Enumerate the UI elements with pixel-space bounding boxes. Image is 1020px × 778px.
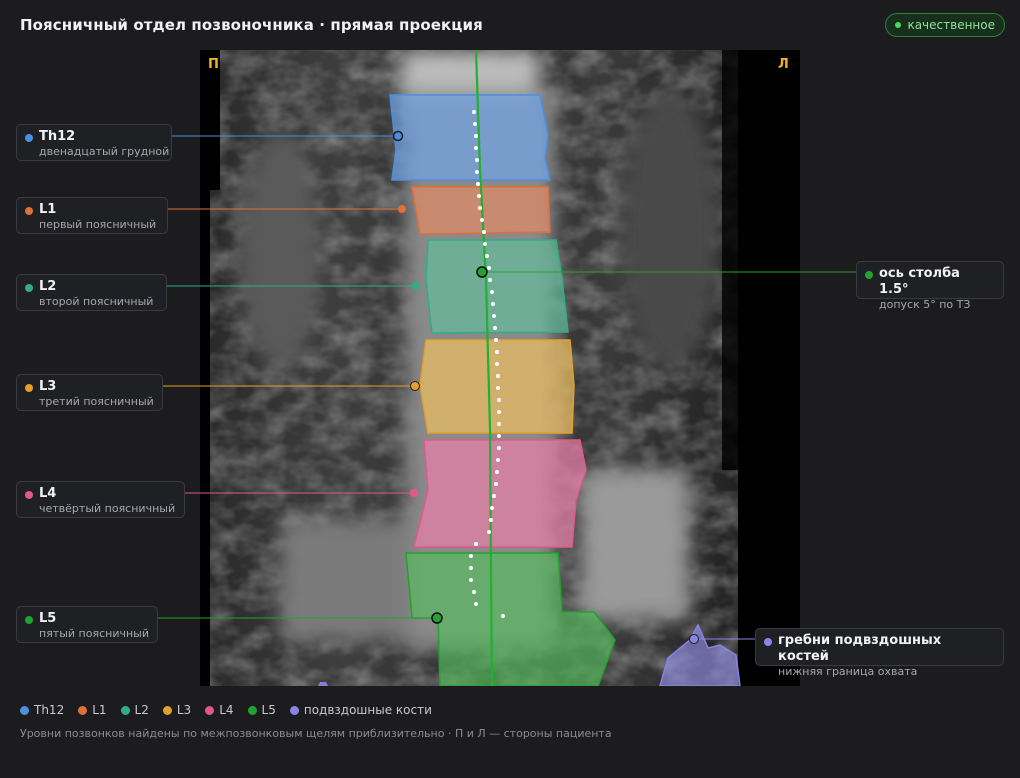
label-l2-name: L2 <box>39 279 57 294</box>
legend-item-iliac: подвздошные кости <box>289 703 432 717</box>
legend-item-l4: L4 <box>205 703 234 717</box>
legend-label: L3 <box>176 703 192 717</box>
legend-dot-icon <box>205 705 215 715</box>
legend-item-l2: L2 <box>120 703 149 717</box>
page-title: Поясничный отдел позвоночника · прямая п… <box>20 16 483 34</box>
vertebra-l2 <box>425 239 569 334</box>
label-iliac-crests[interactable]: гребни подвздошных костей нижняя граница… <box>755 628 1004 678</box>
label-th12[interactable]: Th12 двенадцатый грудной <box>16 124 172 161</box>
legend-label: L5 <box>261 703 276 717</box>
legend-label: L2 <box>134 703 149 717</box>
legend-item-th12: Th12 <box>20 703 64 717</box>
iliac-label-desc: нижняя граница охвата <box>778 665 918 678</box>
label-l2[interactable]: L2 второй поясничный <box>16 274 167 311</box>
legend-dot-icon <box>289 705 299 715</box>
legend-label: L4 <box>219 703 234 717</box>
l4-color-dot <box>25 491 33 499</box>
l2-color-dot <box>25 284 33 292</box>
vertebra-l4 <box>413 439 587 548</box>
legend-label: подвздошные кости <box>303 703 432 717</box>
legend-dot-icon <box>120 705 130 715</box>
l5-color-dot <box>25 616 33 624</box>
legend-label: L1 <box>92 703 107 717</box>
legend-label: Th12 <box>34 703 65 717</box>
legend-dot-icon <box>162 705 172 715</box>
axis-label-desc: допуск 5° по ТЗ <box>879 298 971 311</box>
footnote: Уровни позвонков найдены по межпозвонков… <box>20 727 612 740</box>
label-th12-desc: двенадцатый грудной <box>39 145 170 158</box>
quality-badge: качественное <box>885 13 1005 37</box>
label-l3-desc: третий поясничный <box>39 395 154 408</box>
label-l2-desc: второй поясничный <box>39 295 154 308</box>
label-l3[interactable]: L3 третий поясничный <box>16 374 163 411</box>
xray-svg <box>200 50 800 686</box>
patient-right-marker: П <box>208 57 219 72</box>
label-l1-desc: первый поясничный <box>39 218 157 231</box>
label-l4-name: L4 <box>39 486 57 501</box>
iliac-label-name: гребни подвздошных костей <box>778 633 942 664</box>
legend: Th12 L1 L2 L3 L4 L5 подвздошные кости <box>20 703 432 717</box>
label-l5-name: L5 <box>39 611 57 626</box>
legend-item-l1: L1 <box>78 703 107 717</box>
l3-color-dot <box>25 384 33 392</box>
quality-badge-label: качественное <box>907 18 995 32</box>
xray-image <box>200 50 800 686</box>
patient-left-marker: Л <box>778 57 789 72</box>
th12-color-dot <box>25 134 33 142</box>
l1-color-dot <box>25 207 33 215</box>
iliac-color-dot <box>764 638 772 646</box>
status-dot-icon <box>895 22 902 28</box>
label-th12-name: Th12 <box>39 129 76 144</box>
legend-dot-icon <box>20 705 29 715</box>
vertebra-th12 <box>389 94 551 181</box>
label-l5-desc: пятый поясничный <box>39 627 149 640</box>
legend-dot-icon <box>78 705 88 715</box>
axis-color-dot <box>865 271 873 279</box>
legend-dot-icon <box>247 705 257 715</box>
label-l3-name: L3 <box>39 379 57 394</box>
label-l4-desc: четвёртый поясничный <box>39 502 176 515</box>
label-l4[interactable]: L4 четвёртый поясничный <box>16 481 185 518</box>
label-l1[interactable]: L1 первый поясничный <box>16 197 168 234</box>
legend-item-l3: L3 <box>162 703 192 717</box>
legend-item-l5: L5 <box>247 703 276 717</box>
label-l1-name: L1 <box>39 202 57 217</box>
axis-label-name: ось столба 1.5° <box>879 266 960 297</box>
label-spine-axis[interactable]: ось столба 1.5° допуск 5° по ТЗ <box>856 261 1004 311</box>
label-l5[interactable]: L5 пятый поясничный <box>16 606 158 643</box>
